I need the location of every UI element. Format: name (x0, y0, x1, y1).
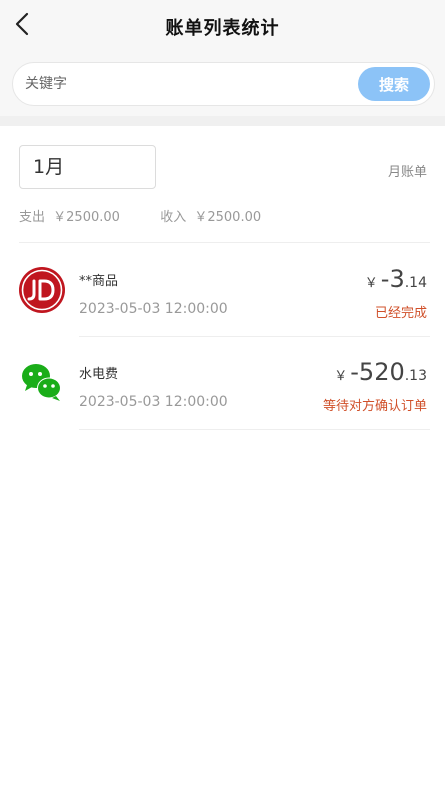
divider (19, 242, 430, 243)
transaction-row[interactable]: **商品 2023-05-03 12:00:00 ￥ -3.14 已经完成 (0, 245, 445, 337)
transaction-status: 已经完成 (374, 306, 427, 321)
bill-list-page: 账单列表统计 搜索 1月 月账单 支出 ￥2500.00 收入 ￥2500.00… (0, 0, 445, 793)
header-bar: 账单列表统计 (0, 0, 445, 54)
income-label: 收入 (160, 210, 187, 225)
transaction-name: **商品 (79, 274, 119, 289)
summary-row: 支出 ￥2500.00 收入 ￥2500.00 (19, 206, 265, 225)
month-selector[interactable]: 1月 (19, 145, 156, 189)
currency-symbol: ￥ (364, 276, 378, 291)
transaction-name: 水电费 (79, 367, 119, 382)
wechat-icon (19, 360, 65, 406)
currency-symbol: ￥ (334, 369, 348, 384)
transaction-time: 2023-05-03 12:00:00 (79, 394, 228, 410)
amount-decimal: .13 (404, 368, 427, 384)
transaction-row[interactable]: 水电费 2023-05-03 12:00:00 ￥ -520.13 等待对方确认订… (0, 338, 445, 430)
search-button[interactable]: 搜索 (358, 67, 430, 101)
amount-integer: -520 (350, 358, 405, 386)
transaction-amount: ￥ -3.14 (365, 265, 427, 293)
expense-value: ￥2500.00 (53, 210, 120, 225)
jd-logo-icon (19, 267, 65, 313)
amount-integer: -3 (380, 265, 405, 293)
transaction-status: 等待对方确认订单 (322, 399, 427, 414)
amount-decimal: .14 (404, 275, 427, 291)
transaction-amount: ￥ -520.13 (334, 358, 427, 386)
divider (79, 336, 430, 337)
section-divider (0, 116, 445, 126)
monthly-bill-link[interactable]: 月账单 (388, 161, 427, 180)
search-box: 搜索 (12, 62, 435, 106)
search-input[interactable] (25, 63, 355, 105)
divider (79, 429, 430, 430)
page-title: 账单列表统计 (165, 18, 280, 39)
expense-label: 支出 (19, 210, 46, 225)
income-value: ￥2500.00 (194, 210, 262, 225)
transaction-time: 2023-05-03 12:00:00 (79, 301, 228, 317)
search-bar: 搜索 (0, 54, 445, 116)
